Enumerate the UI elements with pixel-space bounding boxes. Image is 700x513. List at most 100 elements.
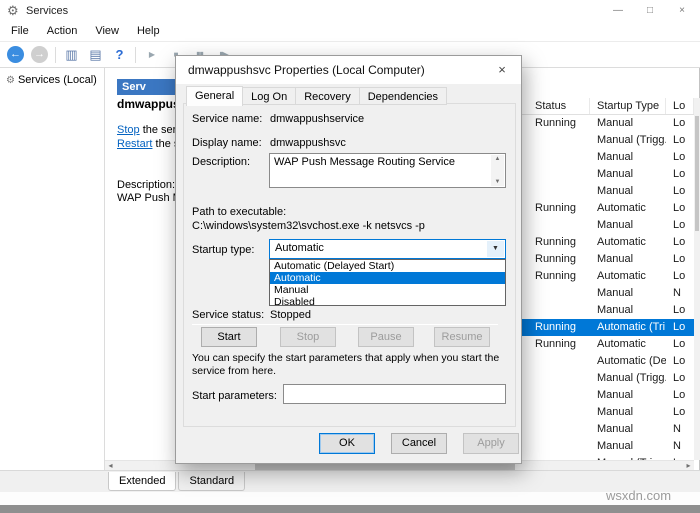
service-row[interactable]: Running Automatic Lo <box>522 268 694 285</box>
restart-service-link[interactable]: Restart <box>117 138 152 150</box>
minimize-button[interactable]: — <box>602 0 634 22</box>
ok-button[interactable]: OK <box>319 433 375 454</box>
window-title: Services <box>26 5 69 17</box>
cell-log-on-as: Lo <box>673 270 686 282</box>
bottom-strip <box>0 505 700 513</box>
scroll-up-icon[interactable]: ▲ <box>495 155 501 163</box>
service-row[interactable]: Manual (Trigg... Lo <box>522 370 694 387</box>
start-parameters-input[interactable] <box>283 384 506 404</box>
close-button[interactable]: × <box>666 0 698 22</box>
stop-service-link[interactable]: Stop <box>117 124 140 136</box>
service-row[interactable]: Manual Lo <box>522 217 694 234</box>
dropdown-option[interactable]: Disabled <box>270 296 505 308</box>
service-status-label: Service status: <box>192 309 265 321</box>
show-console-tree-icon[interactable]: ▥ <box>63 46 80 63</box>
help-icon[interactable]: ? <box>111 46 128 63</box>
service-row[interactable]: Automatic (De... Lo <box>522 353 694 370</box>
dialog-tab-recovery[interactable]: Recovery <box>295 87 360 105</box>
dialog-title: dmwappushsvc Properties (Local Computer) <box>188 63 425 77</box>
service-row[interactable]: Manual N <box>522 421 694 438</box>
column-header-status[interactable]: Status <box>522 98 590 114</box>
properties-dialog: dmwappushsvc Properties (Local Computer)… <box>175 55 522 464</box>
dropdown-option[interactable]: Automatic (Delayed Start) <box>270 260 505 272</box>
watermark: wsxdn.com <box>606 488 672 503</box>
cancel-button[interactable]: Cancel <box>391 433 447 454</box>
menu-file[interactable]: File <box>2 22 38 41</box>
cell-startup-type: Automatic <box>597 236 646 248</box>
cell-status <box>522 370 590 387</box>
cell-status <box>522 302 590 319</box>
back-icon[interactable]: ← <box>7 46 24 63</box>
restart-service-line: Restart the s <box>117 138 179 150</box>
service-row[interactable]: Running Manual Lo <box>522 251 694 268</box>
combobox-dropdown-icon[interactable]: ▼ <box>487 241 504 257</box>
menu-view[interactable]: View <box>86 22 128 41</box>
stop-button[interactable]: Stop <box>280 327 336 347</box>
service-row[interactable]: Manual Lo <box>522 404 694 421</box>
cell-startup-type: Manual <box>597 253 634 265</box>
cell-log-on-as: N <box>673 287 681 299</box>
service-row[interactable]: Manual (Trigg... Lo <box>522 132 694 149</box>
start-button[interactable]: Start <box>201 327 257 347</box>
maximize-button[interactable]: □ <box>634 0 666 22</box>
tree-item-services-local[interactable]: ⚙ Services (Local) <box>0 68 104 88</box>
toolbar-separator <box>135 46 136 63</box>
menu-action[interactable]: Action <box>38 22 87 41</box>
stop-service-line: Stop the serv <box>117 124 182 136</box>
view-tab-standard[interactable]: Standard <box>178 472 246 491</box>
startup-type-label: Startup type: <box>192 244 255 256</box>
cell-status <box>522 353 590 370</box>
service-row[interactable]: Manual Lo <box>522 387 694 404</box>
tree-item-label: Services (Local) <box>17 74 97 86</box>
cell-startup-type: Manual <box>597 440 634 452</box>
startup-type-combobox[interactable]: Automatic ▼ <box>269 239 506 259</box>
dialog-close-button[interactable]: × <box>485 58 519 82</box>
horizontal-scrollbar-thumb[interactable] <box>255 463 515 470</box>
start-parameters-hint: You can specify the start parameters tha… <box>192 352 500 377</box>
toolbar-separator <box>55 46 56 63</box>
cell-startup-type: Manual <box>597 185 634 197</box>
description-textbox[interactable]: WAP Push Message Routing Service ▲ ▼ <box>269 153 506 188</box>
cell-startup-type: Manual <box>597 117 634 129</box>
dropdown-option[interactable]: Automatic <box>270 272 505 284</box>
pause-button[interactable]: Pause <box>358 327 414 347</box>
service-row[interactable]: Manual Lo <box>522 166 694 183</box>
export-list-icon[interactable]: ▤ <box>87 46 104 63</box>
dialog-tab-log-on[interactable]: Log On <box>242 87 297 105</box>
description-text: WAP Push M <box>117 192 182 204</box>
cell-log-on-as: Lo <box>673 338 686 350</box>
description-scrollbar[interactable]: ▲ ▼ <box>491 155 504 186</box>
vertical-scrollbar[interactable] <box>694 98 700 460</box>
cell-startup-type: Manual (Trigg... <box>597 134 666 146</box>
forward-icon[interactable]: → <box>31 46 48 63</box>
apply-button[interactable]: Apply <box>463 433 519 454</box>
cell-status: Running <box>535 321 576 333</box>
service-row[interactable]: Manual N <box>522 285 694 302</box>
startup-type-value: Automatic <box>275 242 324 254</box>
column-header-startup-type[interactable]: Startup Type <box>590 98 666 114</box>
resume-button[interactable]: Resume <box>434 327 490 347</box>
cell-log-on-as: Lo <box>673 253 686 265</box>
service-row[interactable]: Running Manual Lo <box>522 115 694 132</box>
service-row[interactable]: Running Automatic Lo <box>522 234 694 251</box>
dialog-tabs: General Log On Recovery Dependencies <box>186 86 448 106</box>
dropdown-option[interactable]: Manual <box>270 284 505 296</box>
service-row[interactable]: Running Automatic (Tri... Lo <box>522 319 694 336</box>
dialog-tab-dependencies[interactable]: Dependencies <box>358 87 448 105</box>
service-row[interactable]: Manual Lo <box>522 302 694 319</box>
cell-status <box>522 404 590 421</box>
service-row[interactable]: Running Automatic Lo <box>522 336 694 353</box>
dialog-tab-general[interactable]: General <box>186 86 244 106</box>
cell-log-on-as: Lo <box>673 236 686 248</box>
view-tab-extended[interactable]: Extended <box>108 472 177 491</box>
scroll-down-icon[interactable]: ▼ <box>495 178 501 186</box>
service-row[interactable]: Running Automatic Lo <box>522 200 694 217</box>
service-row[interactable]: Manual N <box>522 438 694 455</box>
column-header-lo[interactable]: Lo <box>666 98 694 114</box>
start-service-icon[interactable]: ▶ <box>143 46 160 63</box>
vertical-scrollbar-thumb[interactable] <box>695 116 699 231</box>
menu-help[interactable]: Help <box>128 22 169 41</box>
service-row[interactable]: Manual Lo <box>522 183 694 200</box>
service-row[interactable]: Manual Lo <box>522 149 694 166</box>
cell-log-on-as: Lo <box>673 304 686 316</box>
